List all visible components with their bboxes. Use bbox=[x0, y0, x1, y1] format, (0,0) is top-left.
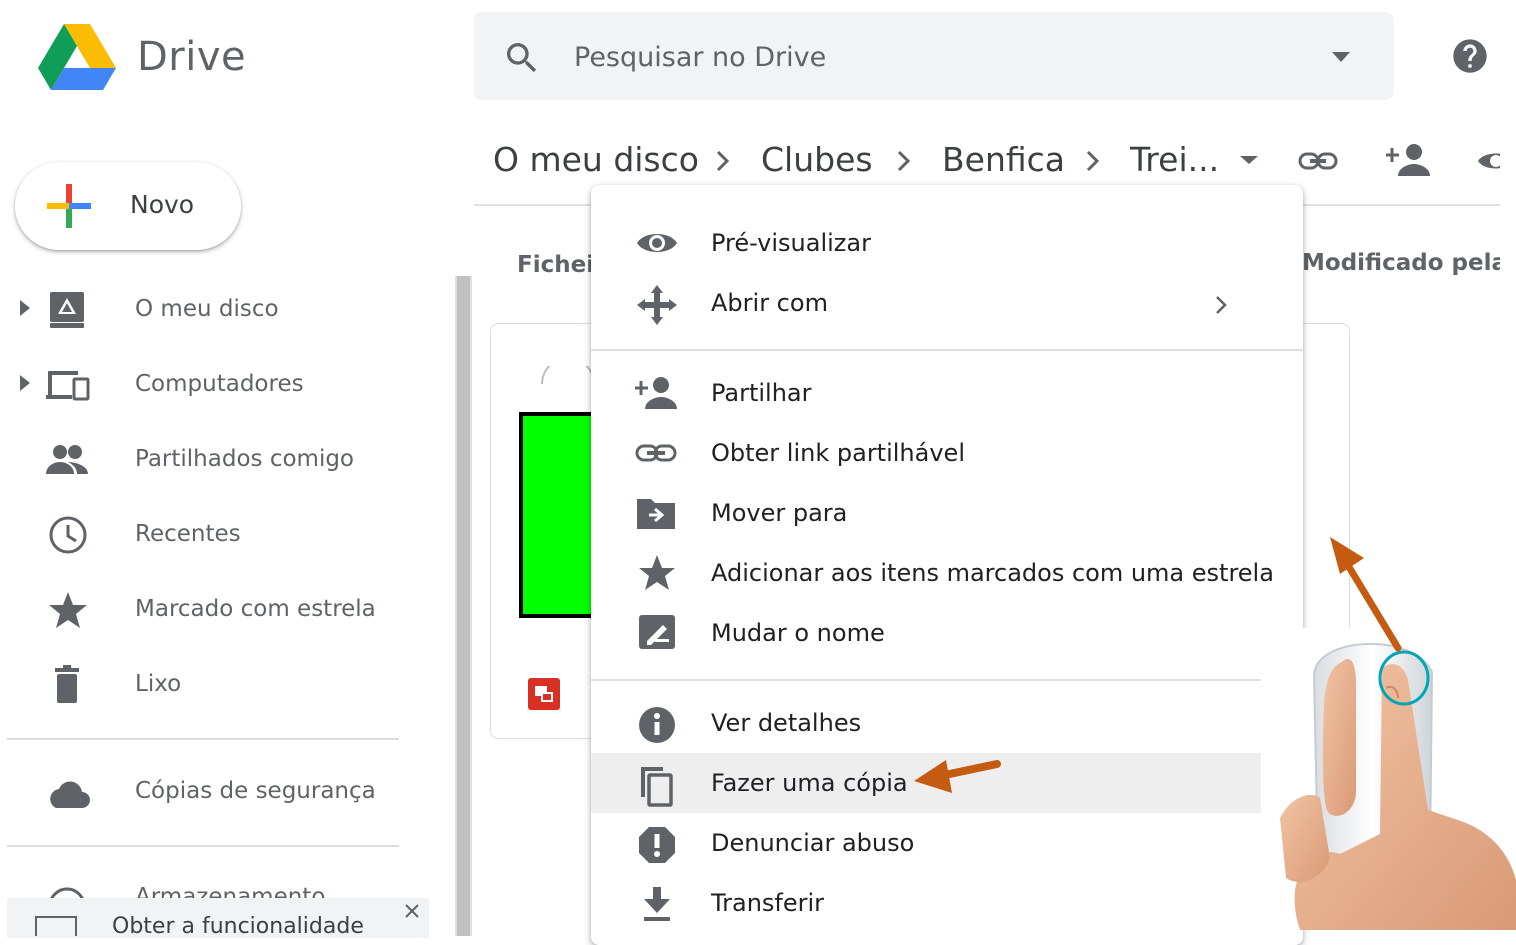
sidebar-item-label: Marcado com estrela bbox=[135, 596, 376, 622]
info-icon bbox=[635, 705, 679, 743]
computers-icon bbox=[44, 365, 90, 405]
download-icon bbox=[635, 885, 679, 921]
sidebar-item-label: Cópias de segurança bbox=[135, 778, 376, 804]
modified-column-header[interactable]: Modificado pela úl bbox=[1302, 250, 1500, 276]
menu-item-preview[interactable]: Pré-visualizar bbox=[591, 213, 1303, 273]
chevron-right-icon bbox=[1082, 146, 1104, 176]
app-name[interactable]: Drive bbox=[137, 34, 246, 80]
star-icon bbox=[635, 555, 679, 591]
menu-item-label: Mover para bbox=[711, 499, 848, 527]
laptop-icon bbox=[35, 916, 77, 936]
menu-item-label: Obter link partilhável bbox=[711, 439, 965, 467]
menu-item-label: Pré-visualizar bbox=[711, 229, 871, 257]
chevron-right-icon bbox=[893, 146, 915, 176]
menu-item-label: Denunciar abuso bbox=[711, 829, 915, 857]
search-input[interactable] bbox=[572, 34, 1276, 80]
trash-icon bbox=[44, 665, 90, 705]
menu-item-download[interactable]: Transferir bbox=[591, 873, 1303, 933]
files-section-header: Ficheir bbox=[517, 252, 592, 278]
menu-item-label: Fazer uma cópia bbox=[711, 769, 908, 797]
sidebar-item-computers[interactable]: Computadores bbox=[0, 353, 400, 417]
people-icon bbox=[44, 440, 90, 480]
star-icon bbox=[44, 590, 90, 630]
menu-item-details[interactable]: Ver detalhes bbox=[591, 693, 1303, 753]
menu-item-label: Mudar o nome bbox=[711, 619, 885, 647]
help-icon[interactable] bbox=[1450, 36, 1490, 76]
sidebar-item-shared-with-me[interactable]: Partilhados comigo bbox=[0, 428, 400, 492]
sidebar-divider bbox=[7, 845, 399, 847]
clock-icon bbox=[44, 515, 90, 555]
chevron-right-icon bbox=[712, 146, 734, 176]
menu-divider bbox=[591, 349, 1303, 351]
expand-arrow-icon[interactable] bbox=[20, 375, 30, 391]
sidebar-item-label: Lixo bbox=[135, 671, 182, 697]
menu-item-report-abuse[interactable]: Denunciar abuso bbox=[591, 813, 1303, 873]
sidebar-item-label: O meu disco bbox=[135, 296, 279, 322]
colored-plus-icon bbox=[45, 182, 93, 230]
menu-item-share[interactable]: Partilhar bbox=[591, 363, 1303, 423]
drive-logo[interactable] bbox=[38, 22, 116, 90]
sidebar-item-starred[interactable]: Marcado com estrela bbox=[0, 578, 400, 642]
close-icon[interactable] bbox=[403, 902, 421, 920]
hand-mouse-illustration bbox=[1270, 628, 1516, 930]
breadcrumb-item[interactable]: Clubes bbox=[761, 140, 873, 179]
eye-icon[interactable] bbox=[1476, 146, 1500, 176]
arrow-drop-down-icon[interactable] bbox=[1238, 154, 1260, 166]
new-button[interactable]: Novo bbox=[15, 162, 241, 250]
link-icon bbox=[635, 435, 679, 471]
copy-icon bbox=[635, 765, 679, 807]
file-thumbnail[interactable] bbox=[519, 412, 599, 618]
sidebar-item-trash[interactable]: Lixo bbox=[0, 653, 400, 717]
breadcrumb-current[interactable]: Trei... bbox=[1130, 140, 1219, 179]
menu-item-move-to[interactable]: Mover para bbox=[591, 483, 1303, 543]
person-add-icon bbox=[635, 375, 679, 411]
arrow-drop-down-icon[interactable] bbox=[1326, 50, 1356, 64]
menu-divider bbox=[591, 679, 1261, 681]
chevron-right-icon bbox=[1213, 293, 1229, 317]
menu-item-open-with[interactable]: Abrir com bbox=[591, 273, 1303, 333]
menu-item-label: Abrir com bbox=[711, 289, 828, 317]
sidebar-item-label: Partilhados comigo bbox=[135, 446, 355, 472]
menu-item-label: Adicionar aos itens marcados com uma est… bbox=[711, 559, 1274, 587]
my-drive-icon bbox=[44, 290, 90, 330]
expand-arrow-icon[interactable] bbox=[20, 300, 30, 316]
context-menu: Pré-visualizar Abrir com Partilhar Obter… bbox=[591, 185, 1303, 945]
new-button-label: Novo bbox=[130, 190, 195, 219]
breadcrumb-item[interactable]: O meu disco bbox=[493, 140, 699, 179]
menu-item-get-link[interactable]: Obter link partilhável bbox=[591, 423, 1303, 483]
sidebar-item-recent[interactable]: Recentes bbox=[0, 503, 400, 567]
menu-item-rename[interactable]: Mudar o nome bbox=[591, 603, 1303, 663]
rename-icon bbox=[635, 615, 679, 651]
breadcrumb-item[interactable]: Benfica bbox=[942, 140, 1065, 179]
loading-spinner-icon bbox=[538, 366, 598, 386]
notification-banner[interactable]: Obter a funcionalidade bbox=[7, 898, 429, 939]
report-icon bbox=[635, 825, 679, 863]
eye-icon bbox=[635, 225, 679, 261]
notification-text: Obter a funcionalidade bbox=[112, 914, 364, 939]
sidebar-item-label: Computadores bbox=[135, 371, 304, 397]
sidebar-item-label: Recentes bbox=[135, 521, 241, 547]
sidebar-item-backups[interactable]: Cópias de segurança bbox=[0, 760, 400, 824]
sidebar-divider bbox=[7, 738, 399, 740]
cloud-icon bbox=[44, 772, 90, 812]
sidebar-item-my-drive[interactable]: O meu disco bbox=[0, 278, 400, 342]
menu-item-label: Transferir bbox=[711, 889, 825, 917]
menu-item-add-star[interactable]: Adicionar aos itens marcados com uma est… bbox=[591, 543, 1303, 603]
open-with-icon bbox=[635, 285, 679, 325]
slides-file-icon bbox=[528, 678, 560, 710]
move-to-folder-icon bbox=[635, 495, 679, 531]
search-box[interactable] bbox=[474, 12, 1394, 100]
link-icon[interactable] bbox=[1298, 146, 1338, 176]
menu-item-label: Ver detalhes bbox=[711, 709, 862, 737]
scrollbar-thumb[interactable] bbox=[457, 276, 470, 936]
add-person-icon[interactable] bbox=[1386, 142, 1432, 178]
search-icon[interactable] bbox=[502, 38, 542, 78]
menu-item-make-copy[interactable]: Fazer uma cópia bbox=[591, 753, 1261, 813]
menu-item-label: Partilhar bbox=[711, 379, 812, 407]
